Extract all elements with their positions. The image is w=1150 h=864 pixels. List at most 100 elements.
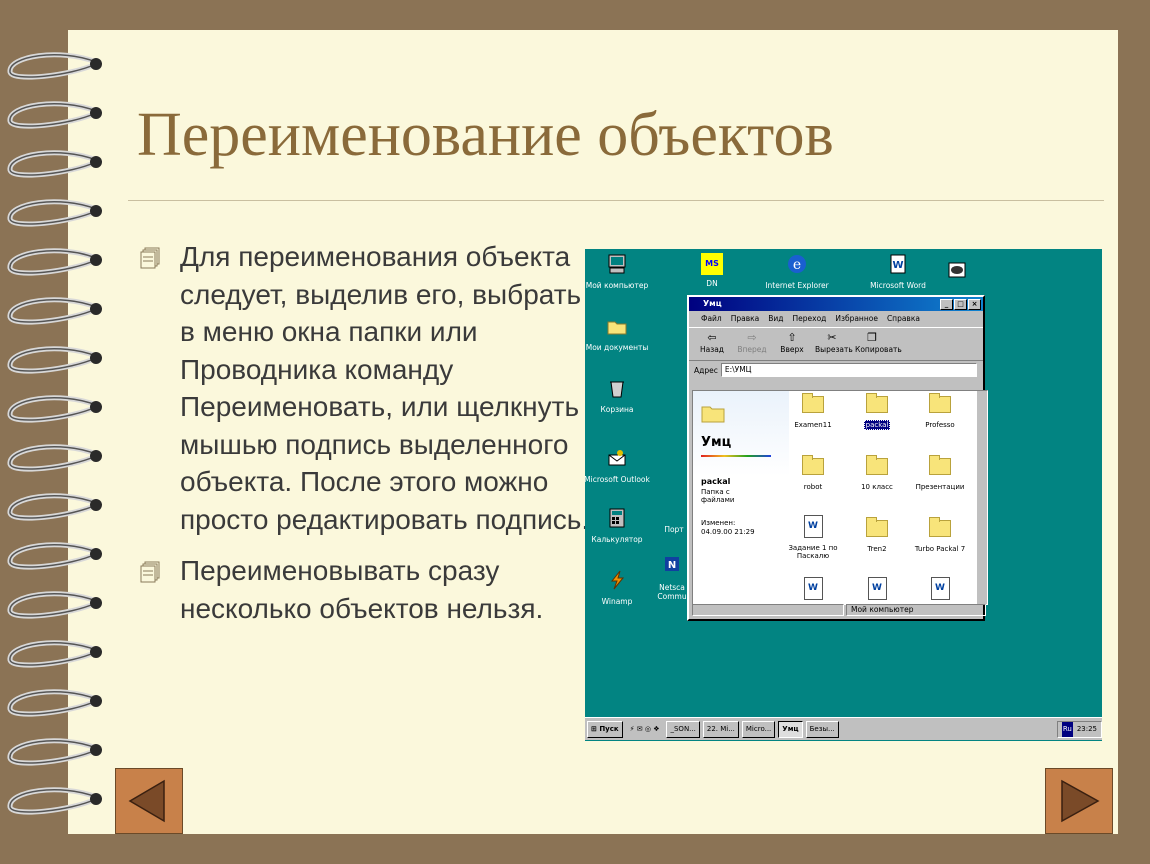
previous-slide-button[interactable] — [115, 768, 183, 834]
file-item[interactable]: Professo — [910, 393, 970, 429]
modified-label: Изменен: — [701, 519, 736, 527]
desktop-icon-portfolio[interactable]: Порт — [659, 525, 689, 534]
quick-launch[interactable]: ⚡ ✉ ◎ ❖ — [626, 721, 664, 738]
desktop-icon-label: DN — [706, 279, 718, 288]
desktop-icon-label: Мои документы — [585, 343, 649, 352]
folder-icon — [607, 321, 627, 335]
desktop-icon-internet-explorer[interactable]: e Internet Explorer — [762, 253, 832, 290]
menu-item-edit[interactable]: Правка — [731, 311, 760, 327]
calculator-icon — [609, 508, 625, 528]
file-item-selected[interactable]: packal — [847, 393, 907, 430]
desktop-icon-label: Netsca Commu — [657, 583, 687, 601]
window-titlebar[interactable]: Умц _ □ × — [689, 297, 983, 311]
file-item[interactable]: W — [783, 577, 843, 604]
folder-icon — [929, 517, 951, 537]
binding-hole — [90, 450, 102, 462]
desktop-icon-my-documents[interactable]: Мои документы — [585, 315, 652, 352]
triangle-left-icon — [128, 779, 165, 823]
spiral-binding — [7, 52, 102, 815]
desktop-icon-dn[interactable]: MS DN — [677, 253, 747, 288]
file-item[interactable]: Examen11 — [783, 393, 843, 429]
menu-item-file[interactable]: Файл — [701, 311, 722, 327]
taskbar-button-active[interactable]: Умц — [778, 720, 803, 738]
close-button[interactable]: × — [968, 299, 981, 310]
start-button[interactable]: ⊞ Пуск — [587, 720, 623, 738]
binding-hole — [90, 793, 102, 805]
menu-item-go[interactable]: Переход — [793, 311, 827, 327]
desktop-icon-label: Internet Explorer — [765, 281, 829, 290]
cut-button[interactable]: ✂ Вырезать — [815, 328, 853, 360]
up-button[interactable]: ⇧ Вверх — [775, 328, 809, 360]
status-panel — [692, 604, 844, 616]
web-view-pane: Умц packal Папка с файлами Изменен: 04.0… — [693, 391, 789, 604]
word-document-icon: W — [930, 577, 950, 600]
taskbar-button[interactable]: 22. Mi... — [702, 720, 739, 738]
desktop-icon-netscape[interactable]: N Netsca Commu — [657, 555, 687, 601]
binding-hole — [90, 646, 102, 658]
folder-content: Умц packal Папка с файлами Изменен: 04.0… — [692, 390, 988, 605]
back-arrow-icon: ⇦ — [707, 331, 717, 344]
file-item[interactable]: robot — [783, 455, 843, 491]
word-document-icon: W — [803, 515, 823, 538]
explorer-window: Умц _ □ × Файл Правка Вид Переход Избран… — [687, 295, 988, 621]
desktop-icon-winamp[interactable]: Winamp — [585, 569, 652, 606]
svg-text:e: e — [793, 257, 801, 273]
desktop-icon-label: Корзина — [600, 405, 634, 414]
binding-hole — [90, 744, 102, 756]
forward-button[interactable]: ⇨ Вперед — [735, 328, 769, 360]
bullet-text: Для переименования объекта следует, выде… — [180, 241, 590, 535]
minimize-button[interactable]: _ — [940, 299, 953, 310]
menu-bar: Файл Правка Вид Переход Избранное Справк… — [689, 311, 983, 327]
file-item[interactable]: W — [910, 577, 970, 604]
folder-icon — [929, 455, 951, 475]
file-item[interactable]: Презентации — [910, 455, 970, 491]
outlook-icon — [608, 450, 626, 466]
maximize-button[interactable]: □ — [954, 299, 967, 310]
vertical-scrollbar[interactable] — [977, 391, 987, 604]
binding-hole — [90, 401, 102, 413]
menu-item-favorites[interactable]: Избранное — [835, 311, 878, 327]
file-item[interactable]: Tren2 — [847, 517, 907, 553]
file-item[interactable]: 10 класс — [847, 455, 907, 491]
desktop-icon-recycle-bin[interactable]: Корзина — [585, 377, 652, 414]
language-indicator[interactable]: Ru — [1061, 721, 1073, 737]
back-button[interactable]: ⇦ Назад — [695, 328, 729, 360]
desktop-icon-unknown[interactable] — [942, 259, 972, 287]
taskbar-button[interactable]: _SON... — [666, 720, 700, 738]
binding-hole — [90, 205, 102, 217]
copy-button[interactable]: ❐ Копировать — [855, 328, 902, 360]
windows-logo-icon: ⊞ — [591, 724, 597, 733]
bullet-item: Переименовывать сразу несколько объектов… — [140, 552, 590, 627]
menu-item-help[interactable]: Справка — [887, 311, 920, 327]
taskbar-button[interactable]: Micro... — [741, 720, 776, 738]
bullet-list: Для переименования объекта следует, выде… — [140, 238, 590, 641]
bullet-text: Переименовывать сразу несколько объектов… — [180, 555, 544, 624]
binding-hole — [90, 156, 102, 168]
eye-icon — [948, 262, 966, 278]
binding-hole — [90, 548, 102, 560]
menu-item-view[interactable]: Вид — [768, 311, 783, 327]
clock[interactable]: 23:25 — [1077, 722, 1097, 737]
binding-hole — [90, 303, 102, 315]
binding-hole — [90, 254, 102, 266]
bullet-icon — [140, 247, 160, 269]
taskbar-button[interactable]: Безы... — [805, 720, 839, 738]
bullet-item: Для переименования объекта следует, выде… — [140, 238, 590, 538]
file-item[interactable]: W — [847, 577, 907, 604]
slide-title: Переименование объектов — [137, 101, 834, 169]
desktop-icon-outlook[interactable]: Microsoft Outlook — [585, 447, 652, 484]
rename-field[interactable]: packal — [863, 420, 891, 430]
desktop-icon-calculator[interactable]: Калькулятор — [585, 507, 652, 544]
modified-value: 04.09.00 21:29 — [701, 528, 755, 536]
folder-icon — [866, 517, 888, 537]
address-input[interactable]: E:\УМЦ — [720, 363, 977, 377]
file-item[interactable]: Turbo Packal 7 — [910, 517, 970, 553]
desktop-icon-my-computer[interactable]: Мой компьютер — [585, 253, 652, 290]
file-item[interactable]: W Задание 1 по Паскалю — [783, 515, 843, 560]
svg-text:N: N — [668, 560, 676, 571]
next-slide-button[interactable] — [1045, 768, 1113, 834]
desktop-icon-word[interactable]: W Microsoft Word — [863, 253, 933, 290]
triangle-right-icon — [1061, 779, 1100, 823]
explorer-toolbar: ⇦ Назад ⇨ Вперед ⇧ Вверх ✂ Вырезать ❐ Копиров… — [689, 327, 983, 361]
binding-hole — [90, 597, 102, 609]
